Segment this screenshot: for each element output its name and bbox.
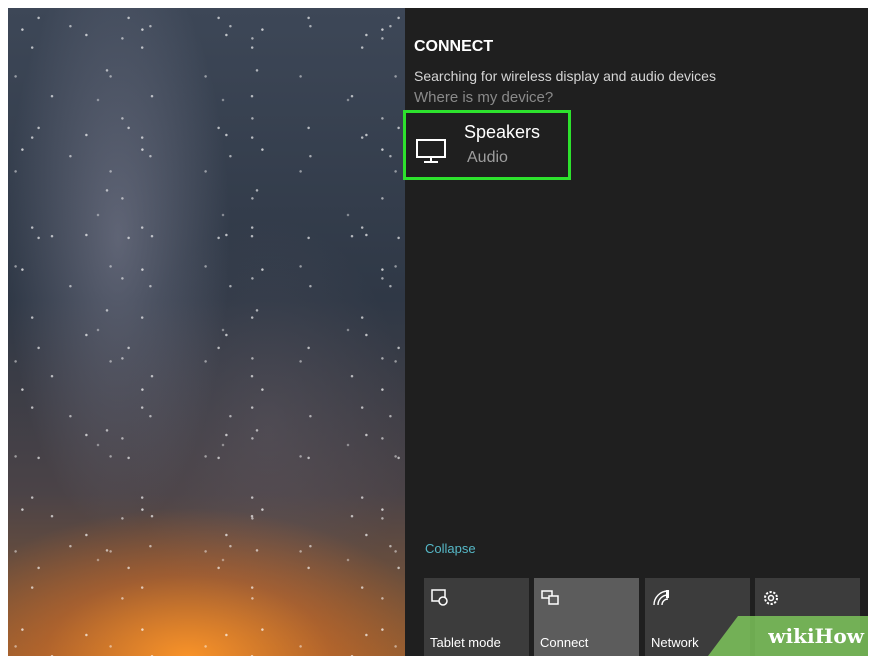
starfield xyxy=(8,8,405,656)
device-type: Audio xyxy=(467,149,508,166)
device-item-speakers[interactable]: Speakers Audio xyxy=(403,110,571,180)
watermark-text: wikiHow xyxy=(768,624,864,648)
action-center-panel: CONNECT Searching for wireless display a… xyxy=(403,8,868,656)
tile-tablet-mode[interactable]: Tablet mode xyxy=(424,578,529,656)
tile-label: Network xyxy=(651,635,699,650)
where-is-my-device-link[interactable]: Where is my device? xyxy=(414,89,553,106)
connect-title: CONNECT xyxy=(414,38,494,55)
device-name: Speakers xyxy=(464,122,541,142)
tile-connect[interactable]: Connect xyxy=(534,578,639,656)
monitor-icon xyxy=(416,139,446,163)
connect-icon xyxy=(541,590,559,605)
tile-label: Connect xyxy=(540,635,589,650)
screen: CONNECT Searching for wireless display a… xyxy=(8,8,868,656)
wikihow-watermark: wikiHow xyxy=(708,616,868,656)
collapse-link[interactable]: Collapse xyxy=(425,541,476,556)
settings-icon xyxy=(764,591,778,605)
tile-label: Tablet mode xyxy=(430,635,501,650)
desktop-wallpaper xyxy=(8,8,405,656)
search-status-text: Searching for wireless display and audio… xyxy=(414,68,716,84)
network-icon xyxy=(653,590,669,606)
tablet-mode-icon xyxy=(431,589,448,606)
